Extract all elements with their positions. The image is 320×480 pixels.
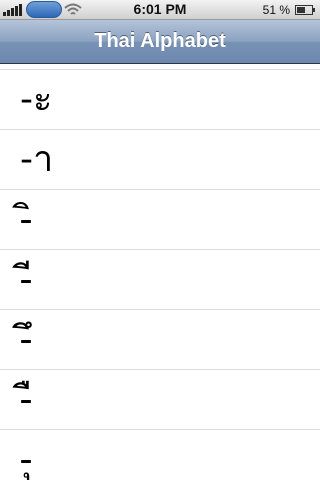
list-item[interactable]: -า — [0, 130, 320, 190]
nav-title: Thai Alphabet — [94, 30, 226, 52]
list-item[interactable]: -ุ — [0, 430, 320, 480]
thai-character: -ื — [20, 379, 32, 420]
status-bar: 6:01 PM 51 % — [0, 0, 320, 20]
navigation-bar: Thai Alphabet — [0, 20, 320, 64]
list-item[interactable]: -ิ — [0, 190, 320, 250]
list-item[interactable]: -ื — [0, 370, 320, 430]
battery-icon — [295, 5, 315, 15]
thai-character: -ุ — [20, 439, 32, 480]
thai-character: -ี — [20, 259, 32, 300]
screen: 6:01 PM 51 % Thai Alphabet -ะ -า -ิ -ี -… — [0, 0, 320, 480]
list-item[interactable]: -ี — [0, 250, 320, 310]
list-item[interactable]: -ะ — [0, 70, 320, 130]
list-item[interactable]: -ึ — [0, 310, 320, 370]
thai-character: -ะ — [20, 79, 53, 120]
thai-character: -ิ — [20, 199, 32, 240]
battery-percent: 51 % — [262, 3, 290, 17]
thai-character: -า — [20, 139, 54, 180]
character-list[interactable]: -ะ -า -ิ -ี -ึ -ื -ุ — [0, 64, 320, 480]
thai-character: -ึ — [20, 319, 32, 360]
